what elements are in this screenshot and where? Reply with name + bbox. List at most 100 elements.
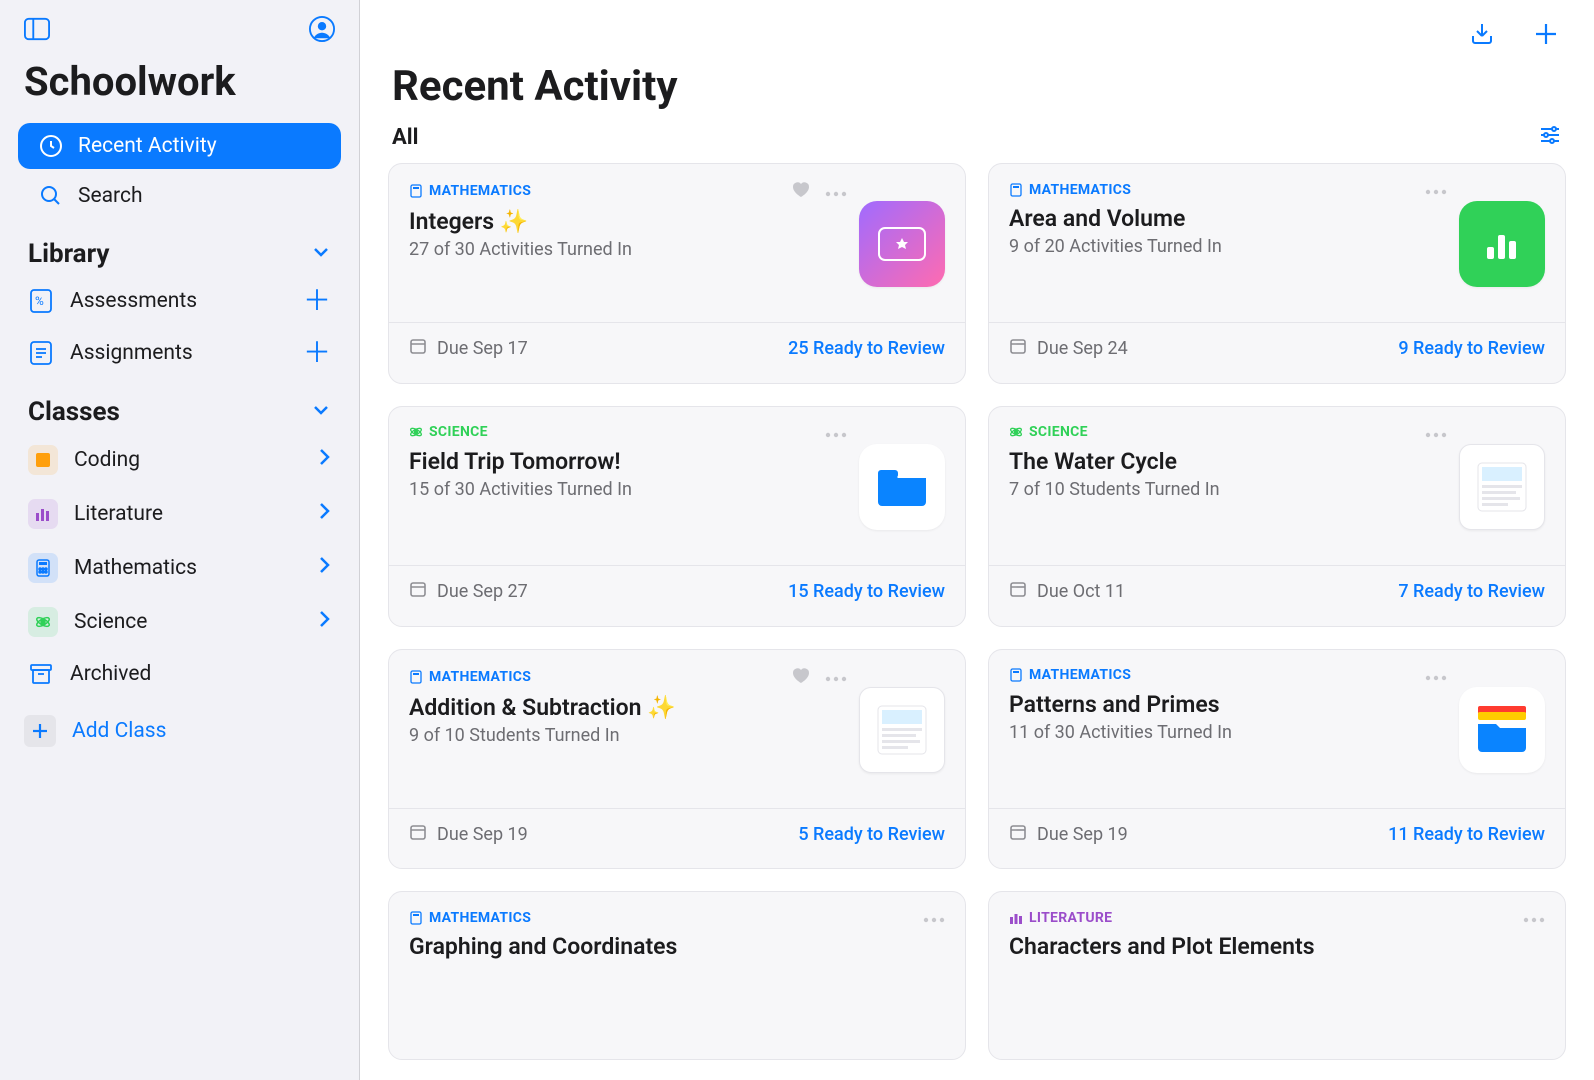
class-item-literature[interactable]: Literature (0, 487, 359, 541)
card-thumbnail (1459, 201, 1545, 287)
activity-card[interactable]: LITERATURE Characters and Plot Elements (988, 891, 1566, 1060)
activity-card[interactable]: MATHEMATICS Graphing and Coordinates (388, 891, 966, 1060)
class-icon (28, 499, 58, 529)
svg-text:%: % (35, 294, 44, 308)
subject-tag[interactable]: MATHEMATICS (1009, 667, 1131, 683)
subject-tag[interactable]: MATHEMATICS (409, 183, 531, 199)
chevron-right-icon (317, 447, 331, 473)
subject-label: MATHEMATICS (429, 669, 531, 685)
nav-search[interactable]: Search (18, 173, 341, 219)
archive-icon (28, 661, 54, 687)
card-subtitle: 9 of 10 Students Turned In (409, 725, 847, 746)
chevron-right-icon (317, 501, 331, 527)
archived-item[interactable]: Archived (0, 649, 359, 699)
ready-to-review-link[interactable]: 9 Ready to Review (1398, 338, 1545, 359)
favorite-icon[interactable] (791, 666, 811, 688)
nav-label: Recent Activity (78, 134, 217, 158)
card-title: Field Trip Tomorrow! (409, 448, 847, 475)
due-date: Due Sep 19 (1037, 824, 1128, 845)
subject-tag[interactable]: MATHEMATICS (409, 910, 531, 926)
favorite-icon[interactable] (791, 180, 811, 202)
cards-grid: MATHEMATICS Integers ✨ 27 of 30 Activiti… (360, 163, 1594, 1080)
card-subtitle: 15 of 30 Activities Turned In (409, 479, 847, 500)
filter-sliders-icon[interactable] (1538, 123, 1562, 151)
card-footer: Due Sep 27 15 Ready to Review (389, 565, 965, 617)
section-library-header[interactable]: Library (0, 221, 359, 275)
add-assessment-button[interactable]: ＋ (303, 287, 331, 315)
calendar-icon (1009, 823, 1027, 846)
class-icon (28, 445, 58, 475)
add-assignment-button[interactable]: ＋ (303, 339, 331, 367)
due-date: Due Sep 17 (437, 338, 528, 359)
class-item-science[interactable]: Science (0, 595, 359, 649)
more-icon[interactable] (825, 667, 847, 686)
subject-label: LITERATURE (1029, 910, 1112, 926)
add-class-button[interactable]: Add Class (0, 705, 359, 757)
activity-card[interactable]: MATHEMATICS Integers ✨ 27 of 30 Activiti… (388, 163, 966, 384)
card-thumbnail (1459, 444, 1545, 530)
card-subtitle: 7 of 10 Students Turned In (1009, 479, 1447, 500)
subject-tag[interactable]: MATHEMATICS (409, 669, 531, 685)
activity-card[interactable]: MATHEMATICS Patterns and Primes 11 of 30… (988, 649, 1566, 870)
card-title: Characters and Plot Elements (1009, 933, 1545, 960)
activity-card[interactable]: MATHEMATICS Area and Volume 9 of 20 Acti… (988, 163, 1566, 384)
more-icon[interactable] (1425, 423, 1447, 442)
subject-tag[interactable]: MATHEMATICS (1009, 182, 1131, 198)
card-subtitle: 9 of 20 Activities Turned In (1009, 236, 1447, 257)
class-item-mathematics[interactable]: Mathematics (0, 541, 359, 595)
library-item-label: Assignments (70, 341, 193, 365)
due-date: Due Sep 19 (437, 824, 528, 845)
subject-label: SCIENCE (1029, 424, 1088, 440)
subject-tag[interactable]: SCIENCE (409, 424, 488, 440)
more-icon[interactable] (1523, 908, 1545, 927)
page-title: Recent Activity (360, 50, 1594, 123)
add-button[interactable] (1530, 18, 1562, 50)
class-item-coding[interactable]: Coding (0, 433, 359, 487)
activity-card[interactable]: SCIENCE The Water Cycle 7 of 10 Students… (988, 406, 1566, 627)
chevron-down-icon (311, 239, 331, 269)
nav-recent-activity[interactable]: Recent Activity (18, 123, 341, 169)
card-title: Graphing and Coordinates (409, 933, 945, 960)
subject-tag[interactable]: SCIENCE (1009, 424, 1088, 440)
ready-to-review-link[interactable]: 11 Ready to Review (1388, 824, 1545, 845)
class-label: Science (74, 610, 147, 634)
more-icon[interactable] (923, 908, 945, 927)
ready-to-review-link[interactable]: 25 Ready to Review (788, 338, 945, 359)
chevron-down-icon (311, 397, 331, 427)
more-icon[interactable] (1425, 180, 1447, 199)
clock-icon (38, 133, 64, 159)
filter-label[interactable]: All (392, 125, 418, 150)
calendar-icon (1009, 580, 1027, 603)
archived-label: Archived (70, 662, 151, 686)
more-icon[interactable] (1425, 666, 1447, 685)
app-title: Schoolwork (0, 50, 359, 121)
card-footer: Due Sep 19 11 Ready to Review (989, 808, 1565, 860)
ready-to-review-link[interactable]: 15 Ready to Review (788, 581, 945, 602)
section-label: Classes (28, 397, 120, 427)
class-label: Coding (74, 448, 140, 472)
plus-icon (24, 715, 56, 747)
sidebar-toggle-icon[interactable] (24, 16, 50, 42)
subject-label: MATHEMATICS (429, 183, 531, 199)
activity-card[interactable]: SCIENCE Field Trip Tomorrow! 15 of 30 Ac… (388, 406, 966, 627)
subject-label: MATHEMATICS (1029, 182, 1131, 198)
download-button[interactable] (1466, 18, 1498, 50)
library-item-label: Assessments (70, 289, 197, 313)
ready-to-review-link[interactable]: 7 Ready to Review (1398, 581, 1545, 602)
percent-card-icon: % (28, 288, 54, 314)
section-classes-header[interactable]: Classes (0, 379, 359, 433)
card-title: Patterns and Primes (1009, 691, 1447, 718)
subject-label: SCIENCE (429, 424, 488, 440)
subject-tag[interactable]: LITERATURE (1009, 910, 1112, 926)
card-subtitle: 11 of 30 Activities Turned In (1009, 722, 1447, 743)
more-icon[interactable] (825, 182, 847, 201)
calendar-icon (409, 337, 427, 360)
library-item-assessments[interactable]: % Assessments ＋ (0, 275, 359, 327)
card-thumbnail (1459, 687, 1545, 773)
class-icon (28, 607, 58, 637)
library-item-assignments[interactable]: Assignments ＋ (0, 327, 359, 379)
more-icon[interactable] (825, 423, 847, 442)
ready-to-review-link[interactable]: 5 Ready to Review (798, 824, 945, 845)
activity-card[interactable]: MATHEMATICS Addition & Subtraction ✨ 9 o… (388, 649, 966, 870)
profile-icon[interactable] (309, 16, 335, 42)
